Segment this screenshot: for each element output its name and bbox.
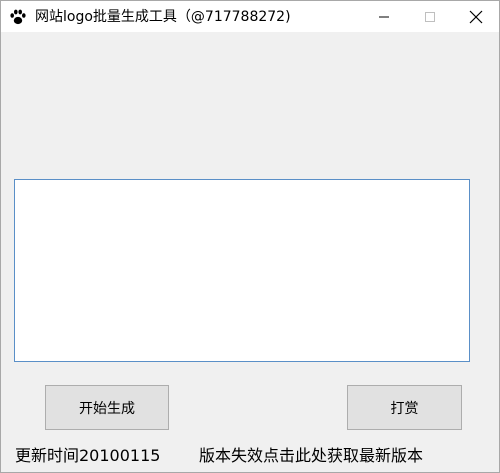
get-latest-version-link[interactable]: 版本失效点击此处获取最新版本 (199, 445, 423, 467)
output-text-area[interactable] (14, 179, 470, 362)
minimize-icon (379, 16, 389, 17)
start-generate-button[interactable]: 开始生成 (45, 385, 169, 430)
app-window: 网站logo批量生成工具（@717788272) 开始生成 打赏 更新时间201… (0, 0, 500, 473)
close-button[interactable] (453, 1, 499, 32)
close-icon (469, 10, 483, 23)
title-bar[interactable]: 网站logo批量生成工具（@717788272) (1, 1, 499, 32)
maximize-icon (425, 11, 435, 22)
minimize-button[interactable] (361, 1, 407, 32)
paw-icon (9, 8, 27, 26)
donate-button[interactable]: 打赏 (347, 385, 462, 430)
window-title: 网站logo批量生成工具（@717788272) (35, 9, 291, 25)
update-time-label: 更新时间20100115 (15, 446, 161, 465)
maximize-button[interactable] (407, 1, 453, 32)
